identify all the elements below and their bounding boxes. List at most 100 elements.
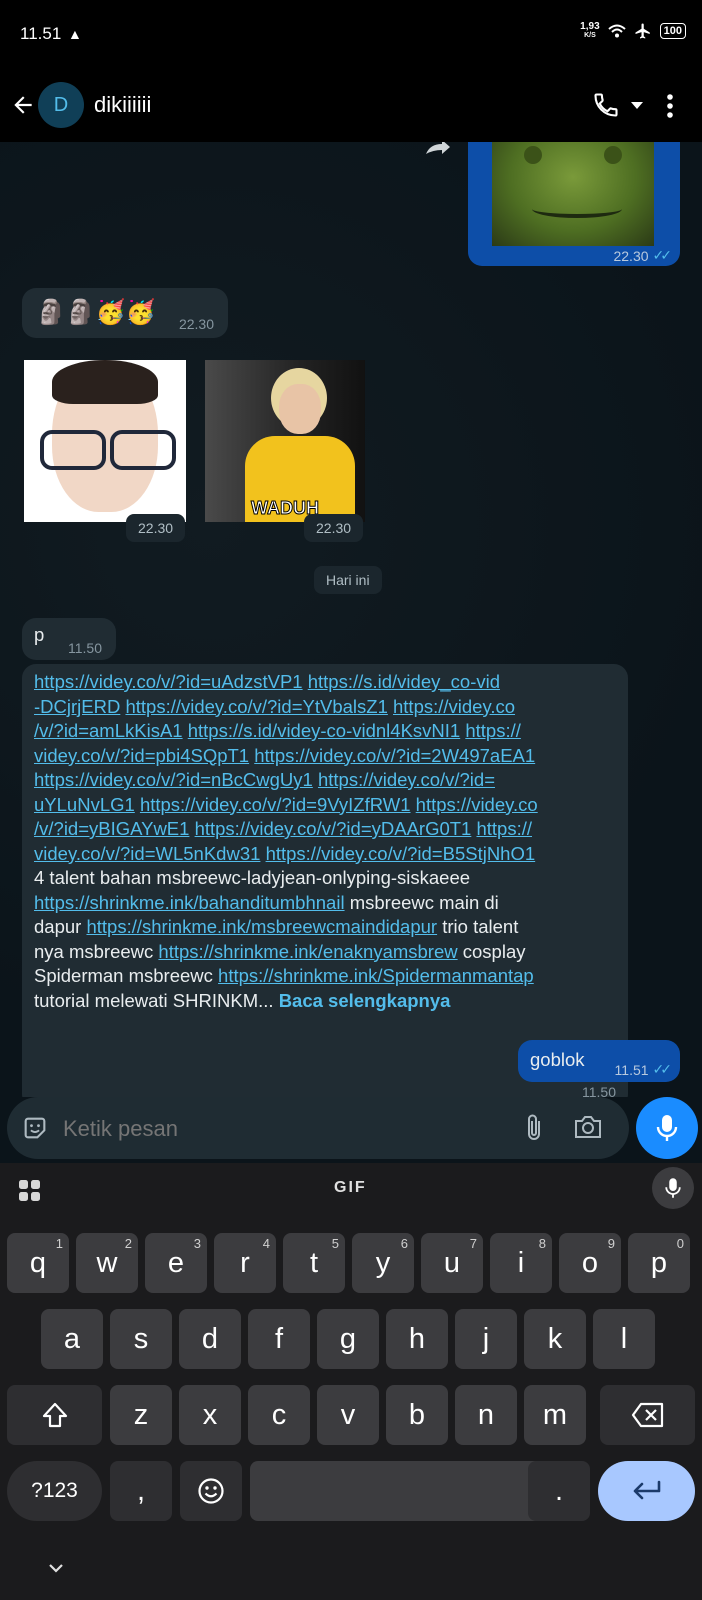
message-line: videy.co/v/?id=WL5nKdw31 https://videy.c…	[34, 842, 624, 867]
key-r[interactable]: r4	[214, 1233, 276, 1293]
message-link[interactable]: -DCjrjERD	[34, 696, 120, 717]
key-z[interactable]: z	[110, 1385, 172, 1445]
key-e[interactable]: e3	[145, 1233, 207, 1293]
message-link[interactable]: https://videy.co/v/?id=uAdzstVP1	[34, 671, 303, 692]
key-label: u	[443, 1246, 461, 1279]
key-p[interactable]: p0	[628, 1233, 690, 1293]
key-k[interactable]: k	[524, 1309, 586, 1369]
message-link[interactable]: videy.co/v/?id=pbi4SQpT1	[34, 745, 249, 766]
image-thumbnail[interactable]	[492, 142, 654, 246]
message-link[interactable]: https://videy.co/v/?id=9VyIZfRW1	[140, 794, 411, 815]
outgoing-image-message[interactable]: 22.30 ✓✓	[468, 142, 680, 266]
avatar[interactable]: D	[38, 82, 84, 128]
status-icons: 1,93 K/S 100	[580, 22, 686, 40]
key-j[interactable]: j	[455, 1309, 517, 1369]
key-x[interactable]: x	[179, 1385, 241, 1445]
message-link[interactable]: https://shrinkme.ink/msbreewcmaindidapur	[86, 916, 437, 937]
message-link[interactable]: https://videy.co/v/?id=B5StjNhO1	[266, 843, 536, 864]
phone-icon[interactable]	[592, 91, 620, 119]
incoming-long-message[interactable]: https://videy.co/v/?id=uAdzstVP1 https:/…	[22, 664, 628, 1097]
incoming-message[interactable]: 🗿🗿🥳🥳 22.30	[22, 288, 228, 338]
sticker-photo-waduh[interactable]: WADUH	[205, 360, 365, 522]
key-o[interactable]: o9	[559, 1233, 621, 1293]
face	[279, 384, 321, 434]
key-y[interactable]: y6	[352, 1233, 414, 1293]
message-link[interactable]: https://	[465, 720, 521, 741]
key-t[interactable]: t5	[283, 1233, 345, 1293]
message-input[interactable]	[61, 1109, 495, 1149]
message-link[interactable]: https://videy.co/v/?id=yDAArG0T1	[195, 818, 472, 839]
key-i[interactable]: i8	[490, 1233, 552, 1293]
message-link[interactable]: uYLuNvLG1	[34, 794, 135, 815]
key-q[interactable]: q1	[7, 1233, 69, 1293]
hide-keyboard-chevron-icon[interactable]	[48, 1563, 64, 1573]
sticker-time: 22.30	[126, 514, 186, 542]
symbols-key[interactable]: ?123	[7, 1461, 102, 1521]
emoji-key[interactable]	[180, 1461, 242, 1521]
message-text: p	[34, 624, 45, 645]
message-link[interactable]: https://shrinkme.ink/bahanditumbhnail	[34, 892, 345, 913]
message-link[interactable]: https://videy.co	[393, 696, 515, 717]
key-l[interactable]: l	[593, 1309, 655, 1369]
key-n[interactable]: n	[455, 1385, 517, 1445]
key-u[interactable]: u7	[421, 1233, 483, 1293]
sticker-icon[interactable]	[21, 1114, 49, 1142]
voice-typing-button[interactable]	[652, 1167, 694, 1209]
message-link[interactable]: /v/?id=amLkKisA1	[34, 720, 183, 741]
sticker-photo-boy[interactable]	[24, 360, 186, 522]
message-link[interactable]: https://videy.co/v/?id=nBcCwgUy1	[34, 769, 313, 790]
outgoing-message[interactable]: goblok 11.51 ✓✓	[518, 1040, 680, 1082]
key-f[interactable]: f	[248, 1309, 310, 1369]
key-a[interactable]: a	[41, 1309, 103, 1369]
contact-name[interactable]: dikiiiiii	[94, 92, 151, 118]
enter-key[interactable]	[598, 1461, 695, 1521]
incoming-message[interactable]: p 11.50	[22, 618, 116, 660]
chat-area[interactable]: 22.30 ✓✓ 🗿🗿🥳🥳 22.30 22.30 WADUH 22.30 Ha…	[0, 142, 702, 1097]
key-label: k	[547, 1322, 563, 1355]
battery-indicator: 100	[659, 23, 686, 39]
voice-record-button[interactable]	[636, 1097, 698, 1159]
comma-key[interactable]: ,	[110, 1461, 172, 1521]
key-label: s	[133, 1322, 149, 1355]
message-link[interactable]: https://s.id/videy_co-vid	[308, 671, 500, 692]
key-v[interactable]: v	[317, 1385, 379, 1445]
message-link[interactable]: videy.co/v/?id=WL5nKdw31	[34, 843, 260, 864]
apps-grid-icon[interactable]	[18, 1179, 42, 1203]
shift-icon	[42, 1402, 67, 1428]
message-link[interactable]: https://shrinkme.ink/Spidermanmantap	[218, 965, 534, 986]
message-link[interactable]: /v/?id=yBIGAYwE1	[34, 818, 189, 839]
key-label: o	[581, 1246, 599, 1279]
attach-icon[interactable]	[523, 1113, 547, 1143]
message-line: https://shrinkme.ink/bahanditumbhnail ms…	[34, 891, 624, 916]
message-link[interactable]: https://shrinkme.ink/enaknyamsbrew	[158, 941, 457, 962]
period-key[interactable]: .	[528, 1461, 590, 1521]
message-link[interactable]: https://	[476, 818, 532, 839]
key-w[interactable]: w2	[76, 1233, 138, 1293]
key-s[interactable]: s	[110, 1309, 172, 1369]
key-m[interactable]: m	[524, 1385, 586, 1445]
key-h[interactable]: h	[386, 1309, 448, 1369]
message-link[interactable]: https://videy.co	[416, 794, 538, 815]
message-link[interactable]: https://s.id/videy-co-vidnl4KsvNI1	[188, 720, 460, 741]
message-time: 22.30	[613, 247, 649, 264]
backspace-key[interactable]	[600, 1385, 695, 1445]
camera-icon[interactable]	[573, 1114, 603, 1140]
back-arrow-icon[interactable]	[10, 92, 38, 120]
forward-icon[interactable]	[424, 142, 452, 156]
shift-key[interactable]	[7, 1385, 102, 1445]
frog-eye	[604, 146, 622, 164]
message-link[interactable]: https://videy.co/v/?id=2W497aEA1	[254, 745, 535, 766]
key-g[interactable]: g	[317, 1309, 379, 1369]
read-more-link[interactable]: Baca selengkapnya	[279, 990, 451, 1011]
message-link[interactable]: https://videy.co/v/?id=	[318, 769, 495, 790]
key-c[interactable]: c	[248, 1385, 310, 1445]
more-options-icon[interactable]	[666, 93, 674, 119]
key-d[interactable]: d	[179, 1309, 241, 1369]
gif-button[interactable]: GIF	[334, 1179, 367, 1197]
sticker-time: 22.30	[304, 514, 364, 542]
backspace-icon	[631, 1402, 663, 1428]
message-link[interactable]: https://videy.co/v/?id=YtVbalsZ1	[125, 696, 387, 717]
key-b[interactable]: b	[386, 1385, 448, 1445]
message-input-container[interactable]	[7, 1097, 629, 1159]
dropdown-caret-icon[interactable]	[630, 100, 644, 110]
